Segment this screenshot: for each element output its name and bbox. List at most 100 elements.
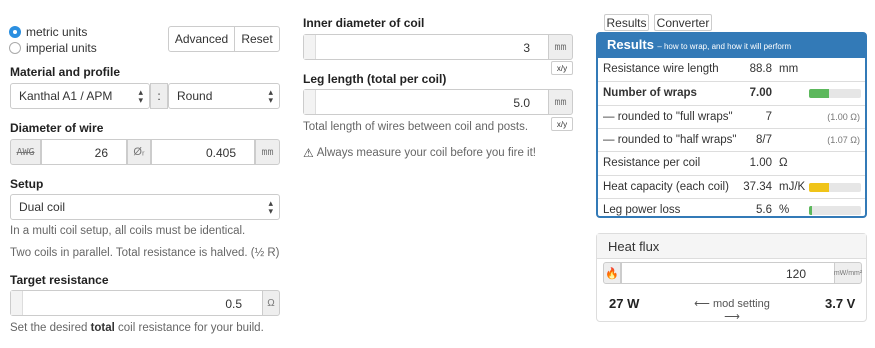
- select-arrows-icon: ▴ ▾: [138, 87, 143, 105]
- results-row-label: Leg power loss: [603, 203, 681, 216]
- metric-units-label: metric units: [26, 25, 88, 39]
- leg-length-label: Leg length (total per coil): [303, 72, 447, 86]
- results-row-value: 5.6: [756, 203, 772, 216]
- results-row-value: 1.00: [749, 157, 772, 170]
- heat-flux-header: Heat flux: [597, 234, 866, 259]
- target-resistance-input[interactable]: 0.5: [10, 290, 263, 316]
- imperial-units-label: imperial units: [26, 41, 97, 55]
- setup-help-2: Two coils in parallel. Total resistance …: [10, 247, 280, 259]
- material-select[interactable]: Kanthal A1 / APM ▴ ▾: [10, 83, 150, 109]
- inner-diameter-unit: mm: [548, 34, 573, 60]
- results-title: Results: [607, 37, 654, 52]
- heat-flux-value: 120: [785, 267, 806, 281]
- fire-warning: ⚠ Always measure your coil before you fi…: [303, 146, 536, 160]
- profile-value: Round: [177, 89, 213, 103]
- radio-checked-icon: [9, 26, 21, 38]
- results-row-unit: %: [779, 203, 790, 216]
- results-row-unit: mJ/K: [779, 180, 806, 193]
- results-row-bar-fill: [809, 89, 829, 99]
- heat-flux-unit: mW/mm²: [834, 262, 862, 284]
- results-row-value: 7.00: [749, 87, 772, 100]
- diameter-label: Diameter of wire: [10, 121, 104, 135]
- warning-icon: ⚠: [303, 146, 314, 160]
- mod-setting-label: ⟵ mod setting ⟶: [694, 298, 770, 323]
- leg-length-help: Total length of wires between coil and p…: [303, 121, 529, 133]
- target-resistance-unit: Ω: [262, 290, 280, 316]
- heat-flux-title: Heat flux: [608, 239, 660, 254]
- setup-help-1: In a multi coil setup, all coils must be…: [10, 225, 246, 237]
- results-row: Heat capacity (each coil) 37.34 mJ/K: [598, 174, 865, 198]
- results-row-label: Heat capacity (each coil): [603, 180, 729, 193]
- leg-length-input[interactable]: 5.0: [303, 89, 549, 115]
- select-arrows-icon: ▴ ▾: [268, 198, 273, 216]
- heat-flux-volts: 3.7 V: [825, 296, 856, 311]
- slider-handle[interactable]: [11, 291, 23, 315]
- setup-label: Setup: [10, 177, 44, 191]
- results-row-extra: (1.07 Ω): [827, 134, 860, 145]
- results-row-label: — rounded to "half wraps": [603, 133, 737, 146]
- results-panel: Results – how to wrap, and how it will p…: [596, 32, 867, 218]
- setup-value: Dual coil: [19, 200, 66, 214]
- diameter-mm-input[interactable]: 0.405: [151, 139, 255, 165]
- heat-flux-input[interactable]: 120: [621, 262, 835, 284]
- results-row-value: 8/7: [756, 133, 772, 146]
- results-row-extra: (1.00 Ω): [827, 111, 860, 122]
- results-table: Resistance wire length 88.8 mm Number of wr…: [598, 58, 865, 218]
- diameter-prefix: Øᵣ: [127, 139, 151, 165]
- results-subtitle: – how to wrap, and how it will perform: [657, 42, 792, 51]
- flame-icon: 🔥: [603, 262, 621, 284]
- results-row-bar: [809, 182, 861, 192]
- awg-input[interactable]: 26: [41, 139, 127, 165]
- results-row-bar: [809, 205, 861, 215]
- results-row-value: 88.8: [749, 63, 772, 75]
- awg-addon: AWG: [10, 139, 41, 165]
- profile-select[interactable]: Round ▴ ▾: [168, 83, 280, 109]
- results-row: — rounded to "half wraps" 8/7 (1.07 Ω): [598, 127, 865, 151]
- leg-length-fraction-toggle[interactable]: x/y: [551, 117, 573, 131]
- results-row-bar-fill: [809, 205, 813, 215]
- results-row: — rounded to "full wraps" 7 (1.00 Ω): [598, 104, 865, 128]
- metric-units-radio[interactable]: metric units: [9, 24, 139, 40]
- leg-length-unit: mm: [548, 89, 573, 115]
- results-row: Leg power loss 5.6%: [598, 197, 865, 221]
- heat-flux-panel: Heat flux 🔥 120 mW/mm² 27 W ⟵ mod settin…: [596, 233, 867, 323]
- target-resistance-help: Set the desired total coil resistance fo…: [10, 322, 264, 334]
- results-row-label: — rounded to "full wraps": [603, 110, 733, 123]
- material-label: Material and profile: [10, 65, 121, 79]
- material-separator: :: [150, 83, 168, 109]
- tab-results[interactable]: Results: [604, 14, 649, 31]
- results-row: Resistance wire length 88.8 mm: [598, 58, 865, 81]
- inner-diameter-value: 3: [523, 41, 530, 55]
- results-row-bar: [809, 89, 861, 99]
- inner-diameter-fraction-toggle[interactable]: x/y: [551, 61, 573, 75]
- imperial-units-radio[interactable]: imperial units: [9, 40, 139, 56]
- diameter-mm-value: 0.405: [205, 146, 236, 160]
- results-row-unit: Ω: [779, 157, 788, 170]
- select-arrows-icon: ▴ ▾: [268, 87, 273, 105]
- results-row-label: Resistance wire length: [603, 63, 719, 75]
- results-header: Results – how to wrap, and how it will p…: [598, 34, 865, 58]
- slider-handle[interactable]: [304, 90, 316, 114]
- inner-diameter-input[interactable]: 3: [303, 34, 549, 60]
- awg-value: 26: [94, 146, 108, 160]
- diameter-unit: mm: [255, 139, 280, 165]
- target-resistance-value: 0.5: [225, 297, 242, 311]
- results-row-unit: mm: [779, 63, 799, 75]
- radio-unchecked-icon: [9, 42, 21, 54]
- inner-diameter-label: Inner diameter of coil: [303, 16, 425, 30]
- results-row: Number of wraps 7.00: [598, 81, 865, 104]
- results-row-label: Resistance per coil: [603, 157, 701, 170]
- advanced-button[interactable]: Advanced: [168, 26, 235, 52]
- results-row: Resistance per coil 1.00 Ω: [598, 151, 865, 174]
- results-row-bar-fill: [809, 182, 829, 192]
- slider-handle[interactable]: [304, 35, 316, 59]
- leg-length-value: 5.0: [513, 96, 530, 110]
- setup-select[interactable]: Dual coil ▴ ▾: [10, 194, 280, 220]
- results-row-label: Number of wraps: [603, 87, 697, 100]
- results-row-value: 37.34: [743, 180, 772, 193]
- tab-converter[interactable]: Converter: [654, 14, 712, 31]
- heat-flux-watts: 27 W: [609, 296, 640, 311]
- reset-button[interactable]: Reset: [234, 26, 280, 52]
- material-value: Kanthal A1 / APM: [19, 89, 113, 103]
- results-row-value: 7: [765, 110, 772, 123]
